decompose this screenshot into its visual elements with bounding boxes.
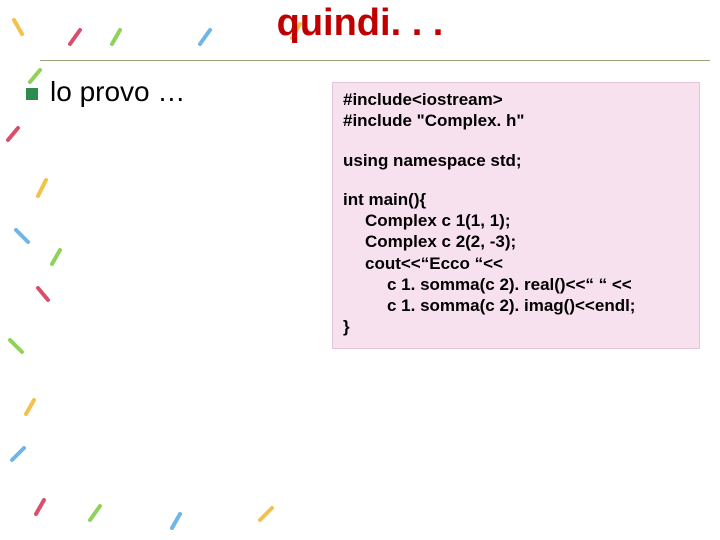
code-line: Complex c 2(2, -3); xyxy=(343,231,689,252)
code-line: c 1. somma(c 2). real()<<“ “ << xyxy=(343,274,689,295)
title-divider xyxy=(40,60,710,61)
code-line: c 1. somma(c 2). imag()<<endl; xyxy=(343,295,689,316)
bullet-text: lo provo … xyxy=(50,76,185,108)
code-line: cout<<“Ecco “<< xyxy=(343,253,689,274)
code-line: using namespace std; xyxy=(343,150,689,171)
code-line: #include<iostream> xyxy=(343,89,689,110)
code-block: #include<iostream> #include "Complex. h"… xyxy=(332,82,700,349)
code-line: Complex c 1(1, 1); xyxy=(343,210,689,231)
bullet-icon xyxy=(26,88,38,100)
slide-title: quindi. . . xyxy=(0,2,720,45)
code-line: } xyxy=(343,316,689,337)
code-line: int main(){ xyxy=(343,189,689,210)
code-line: #include "Complex. h" xyxy=(343,110,689,131)
